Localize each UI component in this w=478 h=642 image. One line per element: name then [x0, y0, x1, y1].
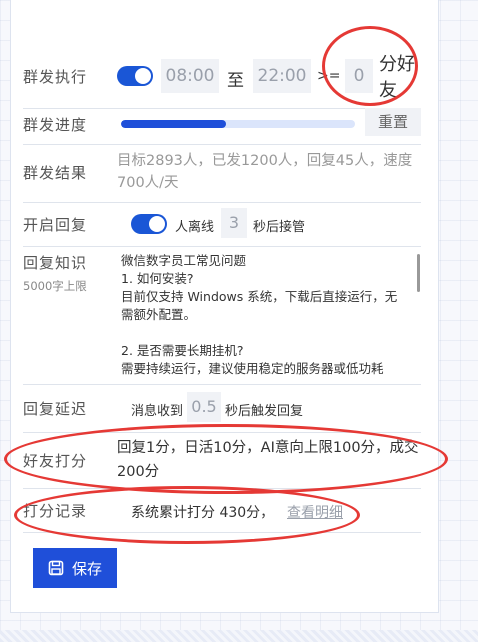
score-record-row: 打分记录 系统累计打分 430分， 查看明细 [23, 490, 421, 533]
mass-send-toggle[interactable] [117, 66, 153, 86]
progress-bar-fill [121, 120, 227, 128]
friend-score-label: 好友打分 [23, 452, 88, 470]
knowledge-line: 需额外配置。 [121, 307, 197, 322]
reply-delay-prefix: 消息收到 [131, 404, 184, 419]
knowledge-line [121, 324, 411, 342]
knowledge-row: 回复知识 5000字上限 微信数字员工常见问题 1. 如何安装? 目前仅支持 W… [23, 246, 421, 385]
save-button-label: 保存 [71, 559, 102, 578]
result-text: 目标2893人，已发1200人，回复45人，速度700人/天 [117, 153, 413, 191]
score-suffix: 分好友 [379, 54, 415, 101]
knowledge-line: 需要持续运行，建议使用稳定的服务器或低功耗 [121, 361, 384, 376]
auto-reply-toggle[interactable] [131, 214, 167, 234]
progress-row: 群发进度 重置 [23, 108, 421, 145]
offline-label: 人离线 [175, 220, 215, 235]
start-time-input[interactable]: 08:00 [161, 59, 219, 93]
to-label: 至 [227, 71, 244, 91]
reply-delay-input[interactable]: 0.5 [187, 392, 221, 422]
save-button[interactable]: 保存 [33, 548, 117, 588]
knowledge-line: 2. 是否需要长期挂机? [121, 343, 244, 358]
reply-delay-label: 回复延迟 [23, 400, 88, 418]
reset-button[interactable]: 重置 [365, 108, 421, 136]
knowledge-line: 1. 如何安装? [121, 271, 194, 286]
score-record-text: 系统累计打分 430分， [131, 505, 275, 521]
page-bottom-strip [0, 630, 478, 642]
floppy-disk-icon [48, 560, 64, 576]
auto-reply-label: 开启回复 [23, 216, 88, 234]
knowledge-limit-hint: 5000字上限 [23, 279, 87, 293]
result-row: 群发结果 目标2893人，已发1200人，回复45人，速度700人/天 [23, 144, 421, 203]
reply-delay-row: 回复延迟 消息收到 0.5 秒后触发回复 [23, 384, 421, 433]
settings-card: 群发执行 08:00 至 22:00 >= 0 分好友 群发进度 重置 群发结果… [10, 0, 439, 613]
auto-reply-row: 开启回复 人离线 3 秒后接管 [23, 204, 421, 247]
mass-send-row: 群发执行 08:00 至 22:00 >= 0 分好友 [23, 40, 421, 109]
takeover-label: 秒后接管 [253, 220, 306, 235]
gte-label: >= [317, 68, 341, 84]
score-threshold-input[interactable]: 0 [345, 59, 373, 93]
knowledge-line: 目前仅支持 Windows 系统，下载后直接运行，无 [121, 289, 398, 304]
result-label: 群发结果 [23, 164, 88, 182]
friend-score-row: 好友打分 回复1分，日活10分，AI意向上限100分，成交200分 [23, 432, 421, 489]
end-time-input[interactable]: 22:00 [253, 59, 311, 93]
knowledge-scrollbar[interactable] [417, 254, 420, 292]
mass-send-label: 群发执行 [23, 68, 88, 86]
progress-label: 群发进度 [23, 116, 88, 134]
score-record-label: 打分记录 [23, 502, 88, 520]
knowledge-line: 微信数字员工常见问题 [121, 253, 247, 268]
score-detail-link[interactable]: 查看明细 [287, 502, 343, 522]
knowledge-label: 回复知识 [23, 254, 88, 272]
friend-score-text: 回复1分，日活10分，AI意向上限100分，成交200分 [117, 440, 419, 480]
progress-bar [121, 120, 355, 128]
reply-delay-suffix: 秒后触发回复 [225, 404, 304, 419]
knowledge-textarea[interactable]: 微信数字员工常见问题 1. 如何安装? 目前仅支持 Windows 系统，下载后… [121, 252, 411, 376]
takeover-seconds-input[interactable]: 3 [221, 208, 247, 238]
